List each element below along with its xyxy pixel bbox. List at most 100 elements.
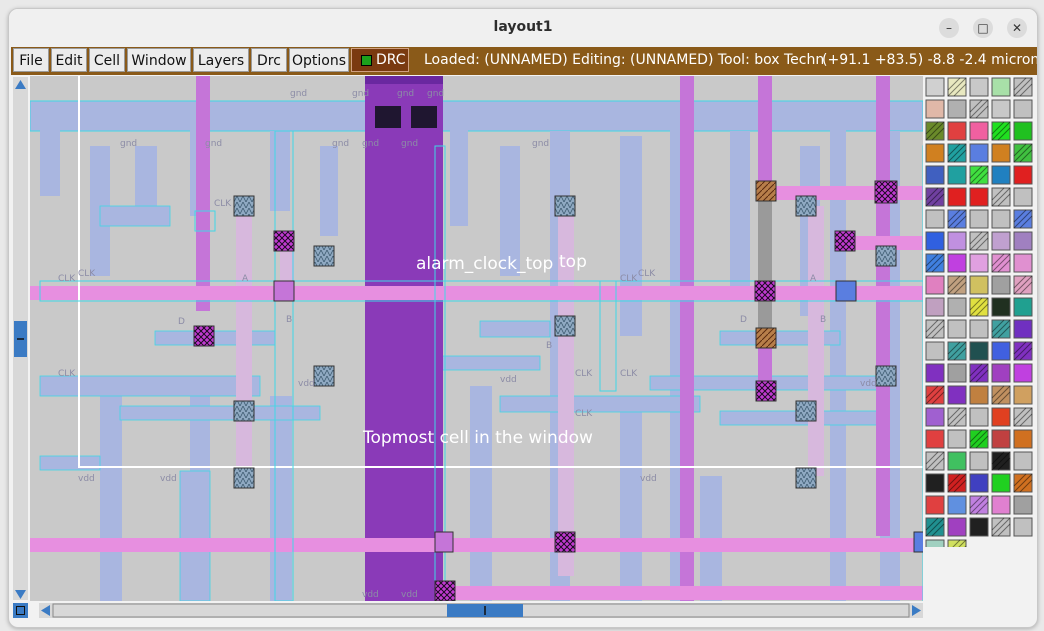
layer-swatch[interactable] — [925, 231, 945, 251]
layer-swatch[interactable] — [991, 341, 1011, 361]
layer-swatch[interactable] — [969, 407, 989, 427]
gnd-label: gnd — [352, 89, 369, 99]
layer-swatch[interactable] — [991, 473, 1011, 493]
layer-swatch[interactable] — [925, 99, 945, 119]
clk-label: CLK — [58, 369, 76, 379]
layer-swatch[interactable] — [991, 407, 1011, 427]
drc-indicator-button[interactable]: DRC — [351, 48, 409, 72]
layer-swatch[interactable] — [947, 297, 967, 317]
layer-swatch[interactable] — [1013, 121, 1033, 141]
menu-options[interactable]: Options — [289, 48, 349, 72]
layer-swatch[interactable] — [1013, 187, 1033, 207]
drc-indicator-label: DRC — [376, 52, 406, 68]
layer-swatch[interactable] — [947, 517, 967, 537]
layer-swatch[interactable] — [1013, 517, 1033, 537]
layer-swatch[interactable] — [991, 99, 1011, 119]
maximize-icon[interactable]: □ — [973, 18, 993, 38]
scroll-down-icon — [15, 590, 26, 599]
app-window: layout1 – □ ✕ File Edit Cell Window Laye… — [8, 8, 1038, 628]
layer-swatch[interactable] — [925, 165, 945, 185]
layer-swatch[interactable] — [969, 187, 989, 207]
layer-swatch[interactable] — [925, 275, 945, 295]
layer-swatch[interactable] — [947, 451, 967, 471]
layer-swatch[interactable] — [991, 77, 1011, 97]
layer-swatch[interactable] — [1013, 165, 1033, 185]
layer-swatch[interactable] — [947, 165, 967, 185]
layer-swatch[interactable] — [947, 231, 967, 251]
layer-swatch[interactable] — [969, 319, 989, 339]
vdd-label: vdd — [500, 375, 517, 385]
layer-swatch[interactable] — [925, 341, 945, 361]
menu-file[interactable]: File — [13, 48, 49, 72]
layer-swatch[interactable] — [947, 363, 967, 383]
layer-swatch[interactable] — [991, 363, 1011, 383]
layer-swatch[interactable] — [969, 517, 989, 537]
layer-swatch[interactable] — [969, 275, 989, 295]
layer-swatch[interactable] — [991, 209, 1011, 229]
layer-swatch[interactable] — [925, 407, 945, 427]
layer-swatch[interactable] — [947, 121, 967, 141]
layer-swatch[interactable] — [1013, 253, 1033, 273]
layer-swatch[interactable] — [947, 187, 967, 207]
layer-swatch[interactable] — [969, 77, 989, 97]
layer-swatch[interactable] — [925, 77, 945, 97]
layer-swatch[interactable] — [991, 165, 1011, 185]
layer-swatch[interactable] — [969, 209, 989, 229]
layer-swatch[interactable] — [969, 451, 989, 471]
vertical-scrollbar[interactable] — [13, 77, 28, 600]
layer-swatch[interactable] — [969, 385, 989, 405]
menu-layers[interactable]: Layers — [193, 48, 249, 72]
menu-edit[interactable]: Edit — [51, 48, 87, 72]
minimize-icon[interactable]: – — [939, 18, 959, 38]
layer-swatch-grid[interactable] — [925, 77, 1035, 559]
layer-swatch[interactable] — [991, 297, 1011, 317]
layer-swatch[interactable] — [969, 473, 989, 493]
pin-label: B — [286, 315, 292, 325]
layer-swatch[interactable] — [991, 429, 1011, 449]
horizontal-scrollbar[interactable] — [39, 603, 923, 618]
layer-swatch[interactable] — [1013, 429, 1033, 449]
layer-swatch[interactable] — [991, 143, 1011, 163]
layer-swatch[interactable] — [947, 253, 967, 273]
layer-swatch[interactable] — [925, 297, 945, 317]
layout-canvas[interactable]: gnd gnd gnd gnd gnd gnd gnd gnd gnd gnd … — [30, 76, 923, 601]
layer-swatch[interactable] — [969, 341, 989, 361]
layer-swatch[interactable] — [947, 385, 967, 405]
layer-swatch[interactable] — [969, 253, 989, 273]
layer-palette[interactable] — [925, 77, 1035, 559]
layer-swatch[interactable] — [947, 495, 967, 515]
menu-drc[interactable]: Drc — [251, 48, 287, 72]
layer-swatch[interactable] — [1013, 231, 1033, 251]
layer-swatch[interactable] — [991, 231, 1011, 251]
layer-swatch[interactable] — [991, 275, 1011, 295]
coordinate-readout: (+91.1 +83.5) -8.8 -2.4 microns — [822, 52, 1038, 68]
layer-swatch[interactable] — [925, 363, 945, 383]
menu-cell[interactable]: Cell — [89, 48, 125, 72]
layer-swatch[interactable] — [1013, 319, 1033, 339]
layer-swatch[interactable] — [925, 209, 945, 229]
layer-swatch[interactable] — [1013, 99, 1033, 119]
layer-swatch[interactable] — [925, 473, 945, 493]
layer-swatch[interactable] — [947, 429, 967, 449]
layer-swatch[interactable] — [947, 319, 967, 339]
close-icon[interactable]: ✕ — [1007, 18, 1027, 38]
layer-swatch[interactable] — [969, 143, 989, 163]
layer-swatch[interactable] — [947, 99, 967, 119]
gnd-label: gnd — [401, 139, 418, 149]
menu-window[interactable]: Window — [127, 48, 191, 72]
layer-swatch[interactable] — [925, 495, 945, 515]
clk-label: CLK — [214, 199, 232, 209]
layer-swatch[interactable] — [925, 429, 945, 449]
layer-swatch[interactable] — [1013, 451, 1033, 471]
horizontal-scrollbar-graphics — [41, 603, 921, 618]
layer-swatch[interactable] — [1013, 363, 1033, 383]
layer-swatch[interactable] — [1013, 297, 1033, 317]
layer-swatch[interactable] — [1013, 495, 1033, 515]
layer-swatch[interactable] — [991, 495, 1011, 515]
zoom-box-icon[interactable] — [13, 603, 28, 618]
layer-swatch[interactable] — [969, 121, 989, 141]
layer-swatch[interactable] — [925, 143, 945, 163]
layer-swatch[interactable] — [1013, 385, 1033, 405]
layer-swatch[interactable] — [925, 539, 945, 559]
clk-label: CLK — [575, 409, 593, 419]
